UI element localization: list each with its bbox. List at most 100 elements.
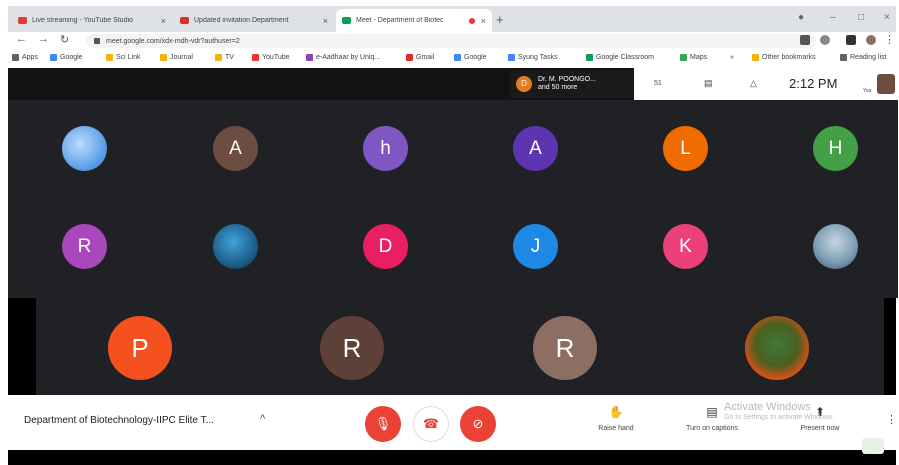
camera-permission-icon[interactable] — [800, 35, 810, 45]
clock-time: 2:12 PM — [789, 76, 838, 91]
maximize-button[interactable]: □ — [858, 12, 864, 23]
participant-tile[interactable]: J — [513, 224, 558, 269]
raise-hand-label: Raise hand — [598, 425, 634, 432]
participant-tile[interactable] — [62, 126, 107, 171]
bookmark-syung-tasks[interactable]: Syung Tasks — [508, 54, 558, 61]
participant-grid: A h A L H R D J K — [36, 100, 898, 298]
participant-tile[interactable] — [213, 224, 258, 269]
meet-control-bar: Department of Biotechnology-IIPC Elite T… — [8, 395, 897, 450]
folder-icon — [752, 54, 759, 61]
minimize-button[interactable]: – — [830, 12, 836, 23]
participant-tile[interactable]: A — [213, 126, 258, 171]
profile-icon[interactable]: ● — [798, 12, 804, 23]
star-icon[interactable] — [820, 35, 830, 45]
participant-tile[interactable]: L — [663, 126, 708, 171]
chevron-up-icon[interactable]: ^ — [260, 413, 265, 425]
mic-toggle-button[interactable]: 🎙 — [365, 406, 401, 442]
close-icon[interactable]: × — [161, 16, 166, 26]
participant-tile[interactable] — [813, 224, 858, 269]
bookmark-google-2[interactable]: Google — [454, 54, 487, 61]
gmail-icon — [406, 54, 413, 61]
participants-chip[interactable]: D Dr. M. POONGO... and 50 more — [510, 70, 634, 98]
tray-icon — [862, 438, 884, 454]
bookmark-reading-list[interactable]: Reading list — [840, 54, 887, 61]
chat-icon[interactable]: ▤ — [704, 78, 713, 89]
forward-icon[interactable]: → — [38, 33, 49, 45]
participant-tile[interactable]: K — [663, 224, 708, 269]
bookmark-gmail[interactable]: Gmail — [406, 54, 434, 61]
folder-icon — [160, 54, 167, 61]
bookmark-google[interactable]: Google — [50, 54, 83, 61]
bookmarks-overflow-button[interactable]: » — [730, 54, 734, 61]
meet-top-tools: 51 ▤ △ 2:12 PM You — [634, 68, 896, 100]
bookmark-tv[interactable]: TV — [215, 54, 234, 61]
tab-title: Updated invitation Department — [194, 17, 289, 24]
youtube-icon — [18, 17, 27, 24]
presenter-name: Dr. M. POONGO... — [538, 76, 596, 83]
bookmark-google-classroom[interactable]: Google Classroom — [586, 54, 654, 61]
reading-list-icon — [840, 54, 847, 61]
participant-tile[interactable]: P — [108, 316, 172, 380]
tab-title: Live streaming - YouTube Studio — [32, 17, 133, 24]
aadhaar-icon — [306, 54, 313, 61]
participant-tile[interactable] — [745, 316, 809, 380]
more-options-icon[interactable]: ⋮ — [886, 413, 897, 426]
activities-icon[interactable]: △ — [750, 78, 757, 89]
participant-tile[interactable]: R — [62, 224, 107, 269]
tab-title: Meet - Department of Biotec — [356, 17, 444, 24]
end-call-button[interactable]: ☎ — [413, 406, 449, 442]
close-icon[interactable]: × — [323, 16, 328, 26]
camera-toggle-button[interactable]: ⊘ — [460, 406, 496, 442]
avatar: D — [516, 76, 532, 92]
close-window-button[interactable]: × — [884, 12, 890, 23]
people-count[interactable]: 51 — [654, 80, 662, 87]
bookmark-eaadhaar[interactable]: e-Aadhaar by Uniq... — [306, 54, 380, 61]
bookmark-youtube[interactable]: YouTube — [252, 54, 290, 61]
gmail-icon — [180, 17, 189, 24]
meeting-title[interactable]: Department of Biotechnology-IIPC Elite T… — [24, 415, 214, 426]
participant-tile[interactable]: h — [363, 126, 408, 171]
bookmark-maps[interactable]: Maps — [680, 54, 707, 61]
bookmarks-bar: Apps Google Sci Link Journal TV YouTube … — [8, 50, 896, 68]
url-text: meet.google.com/xdx-mdh-vdr?authuser=2 — [106, 37, 240, 45]
meet-stage: D Dr. M. POONGO... and 50 more 51 ▤ △ 2:… — [8, 68, 898, 395]
avatar[interactable] — [866, 35, 876, 45]
captions-label: Turn on captions — [686, 425, 738, 432]
bottom-letterbox — [8, 450, 896, 465]
browser-menu-icon[interactable]: ⋮ — [884, 33, 895, 46]
bookmark-scilink[interactable]: Sci Link — [106, 54, 141, 61]
browser-toolbar: ← → ↻ meet.google.com/xdx-mdh-vdr?authus… — [8, 32, 896, 50]
raise-hand-button[interactable]: ✋ Raise hand — [586, 405, 646, 432]
classroom-icon — [586, 54, 593, 61]
new-tab-button[interactable]: + — [496, 12, 504, 27]
others-count: and 50 more — [538, 84, 578, 91]
tab-gmail-invitation[interactable]: Updated invitation Department × — [174, 9, 334, 32]
mic-off-icon: 🎙 — [374, 416, 392, 431]
participant-tile[interactable]: A — [513, 126, 558, 171]
bookmark-journal[interactable]: Journal — [160, 54, 193, 61]
phone-hangup-icon: ☎ — [422, 416, 440, 431]
bookmark-apps[interactable]: Apps — [12, 54, 38, 61]
close-icon[interactable]: × — [481, 16, 486, 26]
tab-youtube-studio[interactable]: Live streaming - YouTube Studio × — [12, 9, 172, 32]
participant-tile[interactable]: R — [320, 316, 384, 380]
participant-tile[interactable]: H — [813, 126, 858, 171]
bookmark-other[interactable]: Other bookmarks — [752, 54, 816, 61]
lock-icon — [94, 38, 100, 44]
folder-icon — [215, 54, 222, 61]
recording-icon — [468, 17, 475, 24]
participant-tile[interactable]: R — [533, 316, 597, 380]
google-icon — [454, 54, 461, 61]
you-label: You — [863, 88, 872, 94]
address-bar[interactable]: meet.google.com/xdx-mdh-vdr?authuser=2 — [86, 34, 816, 48]
self-view-avatar[interactable] — [877, 74, 895, 94]
extensions-icon[interactable] — [846, 35, 856, 45]
maps-icon — [680, 54, 687, 61]
meet-top-bar: D Dr. M. POONGO... and 50 more 51 ▤ △ 2:… — [8, 68, 896, 100]
folder-icon — [106, 54, 113, 61]
participant-tile[interactable]: D — [363, 224, 408, 269]
tasks-icon — [508, 54, 515, 61]
tab-meet[interactable]: Meet - Department of Biotec × — [336, 9, 492, 32]
back-icon[interactable]: ← — [16, 33, 27, 45]
reload-icon[interactable]: ↻ — [60, 33, 69, 46]
